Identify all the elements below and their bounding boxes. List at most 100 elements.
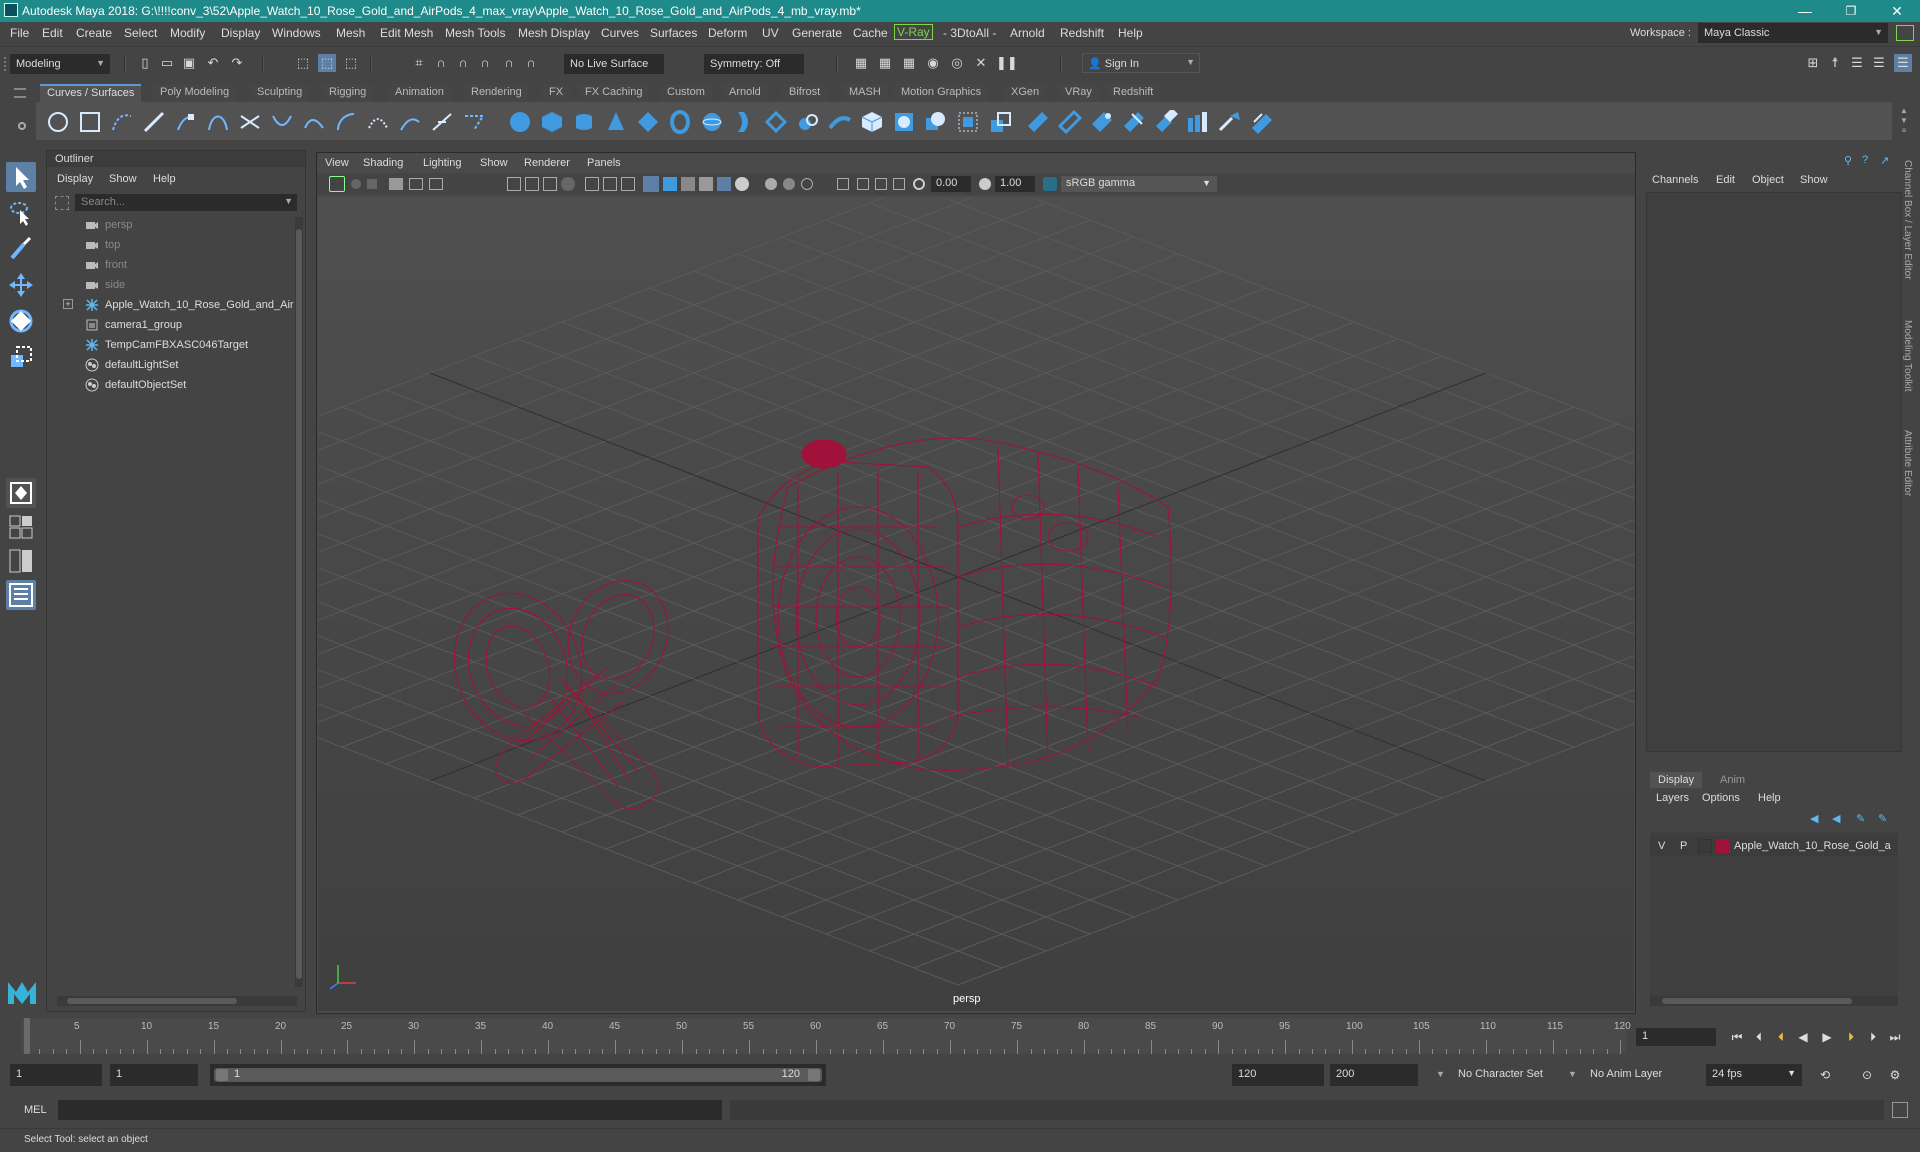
layer-menu-help[interactable]: Help — [1758, 792, 1781, 804]
insert-isoparms-icon[interactable] — [1122, 110, 1146, 134]
step-back-key-icon[interactable]: ⏴ — [1772, 1028, 1790, 1046]
birail-icon[interactable] — [828, 110, 852, 134]
shelf-tab-poly-modeling[interactable]: Poly Modeling — [153, 84, 237, 102]
hypershade-icon[interactable]: ◉ — [924, 54, 942, 72]
menu-arnold[interactable]: Arnold — [1010, 26, 1045, 40]
minimize-button[interactable]: — — [1782, 0, 1828, 22]
mel-label[interactable]: MEL — [24, 1104, 47, 1116]
revolve-icon[interactable] — [700, 110, 724, 134]
nurbs-cone-icon[interactable] — [604, 110, 628, 134]
menu-set-dropdown[interactable]: Modeling ▼ — [10, 54, 110, 74]
untrim-icon[interactable] — [1058, 110, 1082, 134]
outliner-vertical-scrollbar[interactable] — [295, 217, 303, 987]
xray-icon[interactable] — [857, 178, 869, 190]
extend-curve-icon[interactable] — [462, 110, 486, 134]
step-back-icon[interactable]: ⏴ — [1750, 1028, 1768, 1046]
project-curve-icon[interactable] — [956, 110, 980, 134]
playback-start-field[interactable]: 1 — [110, 1064, 198, 1086]
menu-vray[interactable]: V-Ray — [894, 24, 933, 40]
expand-icon[interactable]: + — [63, 299, 73, 309]
menu-deform[interactable]: Deform — [708, 26, 747, 40]
float-panel-icon[interactable]: ↗ — [1880, 154, 1889, 167]
camera-attributes-icon[interactable] — [351, 179, 361, 189]
select-by-component-icon[interactable]: ⬚ — [342, 54, 360, 72]
menu-uv[interactable]: UV — [762, 26, 779, 40]
shelf-tab-vray[interactable]: VRay — [1058, 84, 1099, 102]
screen-space-ao-icon[interactable] — [765, 178, 777, 190]
anim-layer-field[interactable]: No Anim Layer — [1584, 1064, 1684, 1086]
select-camera-icon[interactable] — [329, 176, 345, 192]
new-layer-selected-icon[interactable]: ✎ — [1878, 812, 1887, 825]
outliner-menu-help[interactable]: Help — [153, 173, 176, 185]
anim-layer-chevron-icon[interactable]: ▼ — [1568, 1069, 1577, 1079]
film-gate-icon[interactable] — [525, 177, 539, 191]
shelf-tab-rendering[interactable]: Rendering — [464, 84, 529, 102]
surface-editing-icon[interactable] — [1250, 110, 1274, 134]
extrude-icon[interactable] — [796, 110, 820, 134]
outliner-item-camera1-group[interactable]: camera1_group — [47, 315, 287, 335]
step-forward-key-icon[interactable]: ⏵ — [1842, 1028, 1860, 1046]
shelf-tab-mash[interactable]: MASH — [842, 84, 888, 102]
gamma-icon[interactable] — [979, 178, 991, 190]
shelf-scroll-icon[interactable]: ▲ ▼ ≡ — [1898, 106, 1910, 136]
layer-menu-options[interactable]: Options — [1702, 792, 1740, 804]
rebuild-curve-icon[interactable] — [398, 110, 422, 134]
layer-tab-display[interactable]: Display — [1650, 772, 1703, 788]
sculpt-geometry-icon[interactable] — [1218, 110, 1242, 134]
animation-end-field[interactable]: 200 — [1330, 1064, 1418, 1086]
outliner-item-default-object-set[interactable]: defaultObjectSet — [47, 375, 287, 395]
anti-aliasing-icon[interactable] — [801, 178, 813, 190]
layer-tab-anim[interactable]: Anim — [1712, 772, 1753, 788]
outliner-menu-show[interactable]: Show — [109, 173, 137, 185]
loop-icon[interactable]: ⟲ — [1816, 1066, 1834, 1084]
outliner-item-side[interactable]: side — [47, 275, 287, 295]
layer-playback-toggle[interactable]: P — [1680, 840, 1687, 852]
intersect-surfaces-icon[interactable] — [988, 110, 1012, 134]
new-layer-icon[interactable]: ✎ — [1856, 812, 1865, 825]
side-tab-channel-box[interactable]: Channel Box / Layer Editor — [1902, 160, 1913, 280]
xray-joints-icon[interactable] — [875, 178, 887, 190]
paint-select-tool-icon[interactable] — [6, 234, 36, 264]
menu-curves[interactable]: Curves — [601, 26, 639, 40]
range-end-handle[interactable] — [808, 1069, 820, 1081]
new-scene-icon[interactable]: ▯ — [136, 54, 154, 72]
single-pane-layout-icon[interactable] — [6, 478, 36, 508]
rotate-tool-icon[interactable] — [6, 306, 36, 336]
range-start-handle[interactable] — [216, 1069, 228, 1081]
nurbs-circle-icon[interactable] — [46, 110, 70, 134]
square-surface-icon[interactable] — [892, 110, 916, 134]
scale-tool-icon[interactable] — [6, 342, 36, 372]
scrollbar-thumb[interactable] — [296, 229, 302, 979]
menu-mesh-tools[interactable]: Mesh Tools — [445, 26, 505, 40]
range-slider-track[interactable]: 1 120 — [210, 1064, 826, 1086]
mel-command-input[interactable] — [58, 1100, 722, 1120]
lasso-tool-icon[interactable] — [6, 198, 36, 228]
ipr-render-icon[interactable]: ▦ — [876, 54, 894, 72]
xray-components-icon[interactable] — [893, 178, 905, 190]
menu-mesh-display[interactable]: Mesh Display — [518, 26, 590, 40]
snap-point-icon[interactable]: ∩ — [454, 54, 472, 72]
bezier-curve-icon[interactable] — [238, 110, 262, 134]
open-scene-icon[interactable]: ▭ — [158, 54, 176, 72]
nurbs-plane-icon[interactable] — [636, 110, 660, 134]
menu-edit[interactable]: Edit — [42, 26, 63, 40]
select-by-object-icon[interactable]: ⬚ — [318, 54, 336, 72]
go-to-start-icon[interactable]: ⏮ — [1728, 1028, 1746, 1046]
resolution-gate-icon[interactable] — [543, 177, 557, 191]
viewport-menu-view[interactable]: View — [325, 157, 349, 169]
menu-3dtoall[interactable]: - 3DtoAll - — [943, 26, 996, 40]
2d-pan-zoom-icon[interactable] — [409, 178, 423, 190]
menu-help[interactable]: Help — [1118, 26, 1143, 40]
attach-surfaces-icon[interactable] — [1154, 110, 1178, 134]
shelf-tab-arnold[interactable]: Arnold — [722, 84, 768, 102]
sign-in-button[interactable]: 👤 Sign In ▼ — [1082, 53, 1200, 73]
move-layer-down-icon[interactable]: ◀ — [1832, 812, 1840, 825]
scrollbar-thumb[interactable] — [1662, 998, 1852, 1004]
character-set-chevron-icon[interactable]: ▼ — [1436, 1069, 1445, 1079]
outliner-search-input[interactable]: Search... ▼ — [75, 194, 297, 211]
smooth-shade-icon[interactable] — [663, 177, 677, 191]
pause-render-icon[interactable]: ❚❚ — [996, 54, 1018, 72]
viewport-menu-show[interactable]: Show — [480, 157, 508, 169]
side-tab-attribute-editor[interactable]: Attribute Editor — [1902, 430, 1913, 496]
viewport-menu-shading[interactable]: Shading — [363, 157, 403, 169]
